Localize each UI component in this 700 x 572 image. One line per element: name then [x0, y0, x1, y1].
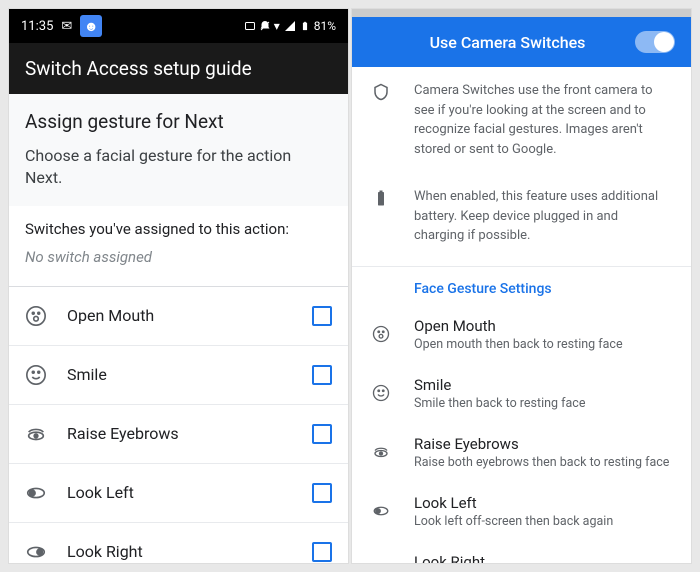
signal-icon — [283, 20, 297, 32]
right-content: Camera Switches use the front camera to … — [352, 67, 691, 563]
setting-title: Open Mouth — [414, 317, 671, 335]
info-row-battery: When enabled, this feature uses addition… — [352, 173, 691, 260]
gesture-row-open-mouth[interactable]: Open Mouth — [9, 287, 348, 346]
look-left-icon — [25, 482, 47, 504]
assigned-label: Switches you've assigned to this action: — [25, 220, 332, 238]
info-text: Camera Switches use the front camera to … — [414, 81, 671, 159]
look-right-icon — [25, 541, 47, 563]
look-left-icon — [372, 502, 390, 520]
gesture-label: Raise Eyebrows — [67, 424, 292, 443]
setting-row-open-mouth[interactable]: Open Mouth Open mouth then back to resti… — [352, 305, 691, 364]
setting-title: Look Left — [414, 494, 671, 512]
page-subtitle: Choose a facial gesture for the action N… — [25, 145, 332, 190]
setting-row-look-left[interactable]: Look Left Look left off-screen then back… — [352, 482, 691, 541]
app-bar-title: Switch Access setup guide — [9, 43, 348, 94]
info-row-privacy: Camera Switches use the front camera to … — [352, 67, 691, 173]
envelope-icon: ✉ — [61, 19, 72, 34]
battery-percent: 81% — [314, 19, 336, 33]
checkbox[interactable] — [312, 483, 332, 503]
smile-icon — [372, 384, 390, 402]
gesture-row-look-left[interactable]: Look Left — [9, 464, 348, 523]
open-mouth-icon — [25, 305, 47, 327]
setting-row-look-right[interactable]: Look Right Look right off-screen then ba… — [352, 541, 691, 564]
open-mouth-icon — [372, 325, 390, 343]
info-text: When enabled, this feature uses addition… — [414, 187, 671, 246]
left-content: Assign gesture for Next Choose a facial … — [9, 94, 348, 563]
battery-icon — [300, 19, 310, 33]
gesture-row-look-right[interactable]: Look Right — [9, 523, 348, 563]
setting-row-eyebrows[interactable]: Raise Eyebrows Raise both eyebrows then … — [352, 423, 691, 482]
gesture-row-eyebrows[interactable]: Raise Eyebrows — [9, 405, 348, 464]
setting-sub: Raise both eyebrows then back to resting… — [414, 455, 671, 470]
gesture-label: Look Left — [67, 483, 292, 502]
dnd-icon — [259, 20, 271, 32]
gesture-label: Open Mouth — [67, 306, 292, 325]
face-app-icon: ☻ — [80, 15, 102, 37]
battery-icon — [372, 189, 390, 207]
left-phone: 11:35 ✉ ☻ ▾ 81% Switch Access setup guid… — [8, 8, 349, 564]
smile-icon — [25, 364, 47, 386]
camera-switches-header: Use Camera Switches — [352, 17, 691, 67]
page-heading: Assign gesture for Next — [25, 110, 332, 133]
setting-sub: Open mouth then back to resting face — [414, 337, 671, 352]
no-switch-text: No switch assigned — [25, 248, 332, 266]
checkbox[interactable] — [312, 306, 332, 326]
status-bar: 11:35 ✉ ☻ ▾ 81% — [9, 9, 348, 43]
eyebrows-icon — [372, 443, 390, 461]
setting-row-smile[interactable]: Smile Smile then back to resting face — [352, 364, 691, 423]
header-title: Use Camera Switches — [392, 33, 623, 52]
right-phone: Use Camera Switches Camera Switches use … — [351, 8, 692, 564]
eyebrows-icon — [25, 423, 47, 445]
checkbox[interactable] — [312, 424, 332, 444]
setting-title: Smile — [414, 376, 671, 394]
cast-icon — [244, 20, 256, 32]
look-right-icon — [372, 561, 390, 563]
top-sliver — [352, 9, 691, 17]
gesture-row-smile[interactable]: Smile — [9, 346, 348, 405]
gesture-label: Smile — [67, 365, 292, 384]
shield-icon — [372, 83, 390, 101]
status-icons: ▾ — [244, 19, 310, 33]
checkbox[interactable] — [312, 365, 332, 385]
gesture-label: Look Right — [67, 542, 292, 561]
face-gesture-settings-header: Face Gesture Settings — [352, 266, 691, 305]
status-time: 11:35 — [21, 19, 53, 34]
toggle-knob — [654, 32, 674, 52]
setting-title: Raise Eyebrows — [414, 435, 671, 453]
checkbox[interactable] — [312, 542, 332, 562]
setting-title: Look Right — [414, 553, 671, 564]
wifi-icon: ▾ — [274, 19, 280, 33]
camera-switches-toggle[interactable] — [635, 31, 675, 53]
setting-sub: Look left off-screen then back again — [414, 514, 671, 529]
setting-sub: Smile then back to resting face — [414, 396, 671, 411]
